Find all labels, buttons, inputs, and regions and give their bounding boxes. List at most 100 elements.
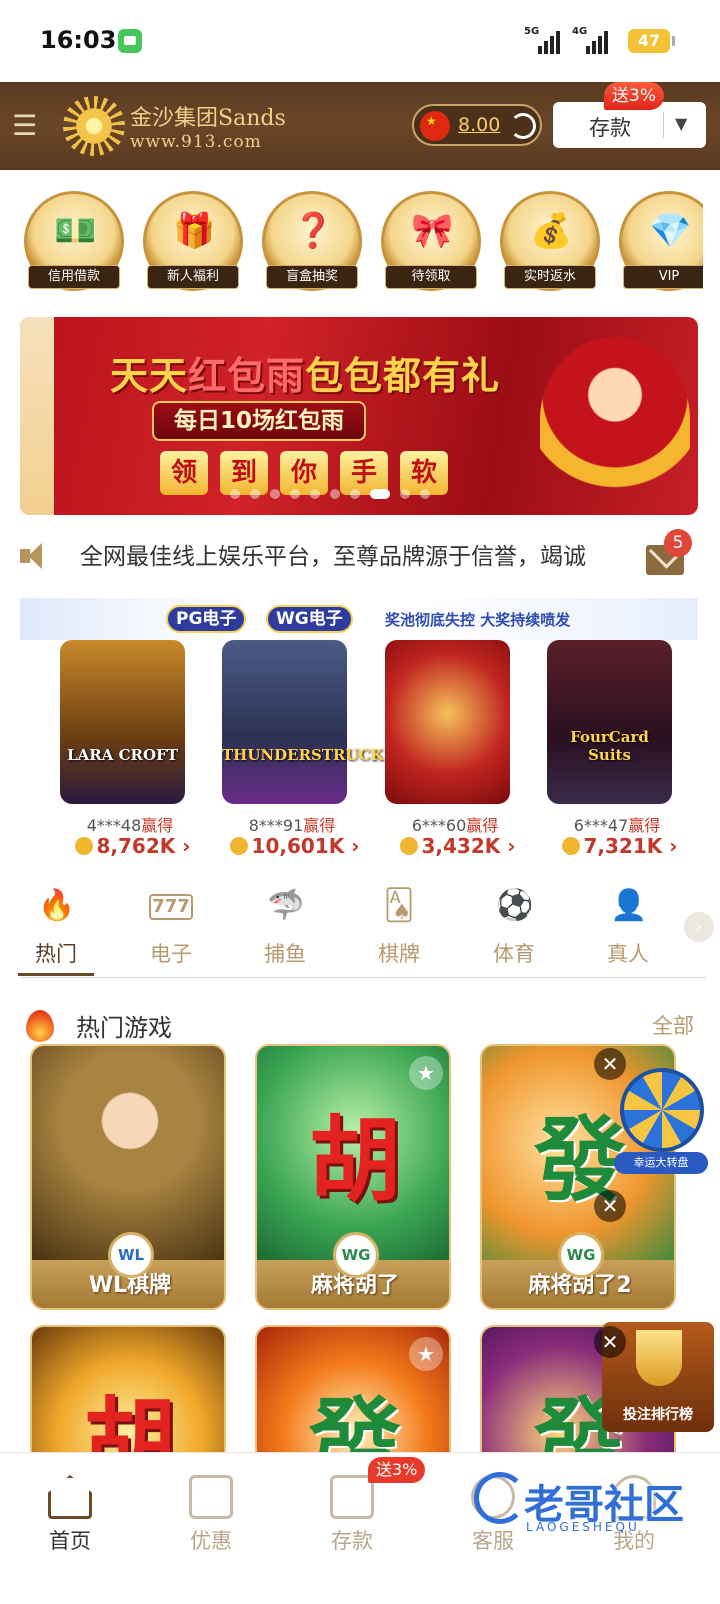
category-tabs: 🔥 热门 777 电子 🦈 捕鱼 🂡 棋牌 ⚽ 体育 👤 真人 › xyxy=(0,880,720,980)
net2-label: 4G xyxy=(572,26,588,37)
winner-card[interactable]: LARA CROFT 4***48赢得 8,762K › xyxy=(60,640,190,860)
tab-label: 捕鱼 xyxy=(264,942,306,966)
tab-hot[interactable]: 🔥 热门 xyxy=(16,880,96,976)
nav-promo[interactable]: 优惠 xyxy=(161,1453,261,1573)
carousel-dot[interactable] xyxy=(420,489,430,499)
coin-icon xyxy=(74,837,93,855)
close-icon[interactable]: ✕ xyxy=(594,1048,626,1080)
amount-value: 8,762K xyxy=(96,834,176,858)
quick-item-newbie[interactable]: 🎁 新人福利 xyxy=(141,185,245,297)
refresh-icon[interactable] xyxy=(510,113,536,139)
winner-amount: 10,601K › xyxy=(222,834,367,858)
prev-banner-peek xyxy=(20,317,54,515)
balance-amount: 8.00 xyxy=(458,114,501,136)
winner-card[interactable]: 6***60赢得 3,432K › xyxy=(385,640,515,860)
carousel-dot-active[interactable] xyxy=(370,489,390,499)
tab-fishing[interactable]: 🦈 捕鱼 xyxy=(245,880,325,975)
game-art xyxy=(32,1046,224,1260)
section-title: 热门游戏 xyxy=(76,1014,172,1042)
game-title: THUNDERSTRUCK xyxy=(222,746,384,764)
trophy-icon xyxy=(636,1330,682,1386)
lucky-wheel-widget[interactable]: 幸运大转盘 xyxy=(614,1068,708,1180)
nav-label: 优惠 xyxy=(190,1529,232,1553)
fire-icon xyxy=(26,1010,54,1042)
net1-label: 5G xyxy=(524,26,540,37)
won-label: 赢得 xyxy=(466,816,499,835)
quick-item-vip[interactable]: 💎 VIP xyxy=(617,185,703,297)
menu-icon[interactable]: ☰ xyxy=(12,112,48,140)
logo[interactable]: 金沙集团Sands www.913.com xyxy=(62,94,286,158)
game-title: FourCard Suits xyxy=(570,728,649,764)
winners-slogan: 奖池彻底失控 大奖持续喷发 xyxy=(385,611,571,629)
nav-home[interactable]: 首页 xyxy=(20,1453,120,1573)
wallet-balance[interactable]: 8.00 xyxy=(412,104,542,146)
nav-label: 存款 xyxy=(331,1529,373,1553)
nav-label: 首页 xyxy=(49,1529,91,1553)
logo-url: www.913.com xyxy=(130,132,262,152)
winner-card[interactable]: FourCard Suits 6***47赢得 7,321K › xyxy=(547,640,677,860)
game-thumbnail: FourCard Suits xyxy=(547,640,672,804)
promo-banner[interactable]: 天天红包雨包包都有礼 每日10场红包雨 领 到 你 手 软 xyxy=(20,317,698,515)
tab-sports[interactable]: ⚽ 体育 xyxy=(474,880,554,975)
shark-icon: 🦈 xyxy=(267,888,305,923)
home-icon xyxy=(48,1475,92,1519)
tab-live[interactable]: 👤 真人 xyxy=(588,880,668,975)
carousel-dot[interactable] xyxy=(290,489,300,499)
winner-card[interactable]: THUNDERSTRUCK 8***91赢得 10,601K › xyxy=(222,640,384,860)
winner-amount: 3,432K › xyxy=(385,834,530,858)
view-all-link[interactable]: 全部 xyxy=(652,1010,694,1040)
provider-badge: WG xyxy=(333,1232,379,1278)
won-label: 赢得 xyxy=(628,816,661,835)
won-label: 赢得 xyxy=(141,816,174,835)
deposit-bonus-badge: 送3% xyxy=(368,1457,426,1483)
amount-value: 7,321K xyxy=(583,834,663,858)
close-icon[interactable]: ✕ xyxy=(594,1326,626,1358)
banner-title-c: 包包都有礼 xyxy=(305,354,501,398)
quick-item-label: 信用借款 xyxy=(28,265,120,289)
winner-amount: 8,762K › xyxy=(60,834,205,858)
deposit-label: 存款 xyxy=(589,116,631,140)
game-thumbnail xyxy=(385,640,510,804)
soccer-ball-icon: ⚽ xyxy=(496,888,534,923)
quick-item-blindbox[interactable]: ❓ 盲盒抽奖 xyxy=(260,185,364,297)
chevron-down-icon[interactable]: ▼ xyxy=(675,114,687,133)
quick-item-label: 待领取 xyxy=(385,265,477,289)
quick-item-label: VIP xyxy=(623,265,703,289)
winner-user: 6***60赢得 xyxy=(385,812,525,836)
tab-slots[interactable]: 777 电子 xyxy=(131,880,211,975)
watermark-logo-icon xyxy=(474,1472,526,1524)
tab-label: 电子 xyxy=(150,942,192,966)
quick-item-loan[interactable]: 💵 信用借款 xyxy=(22,185,126,297)
tab-cards[interactable]: 🂡 棋牌 xyxy=(359,880,439,975)
watermark-subtext: LAOGESHEQU xyxy=(526,1520,640,1534)
carousel-dot[interactable] xyxy=(310,489,320,499)
provider-badge: WG xyxy=(558,1232,604,1278)
quick-item-pending[interactable]: 🎀 待领取 xyxy=(379,185,483,297)
game-card[interactable]: WL棋牌 WL xyxy=(30,1044,226,1310)
favorite-star-icon[interactable]: ★ xyxy=(409,1056,443,1090)
mail-count-badge: 5 xyxy=(664,529,692,557)
tab-label: 热门 xyxy=(35,942,77,966)
winner-user: 8***91赢得 xyxy=(222,812,362,836)
china-flag-icon xyxy=(420,111,450,141)
carousel-dot[interactable] xyxy=(230,489,240,499)
carousel-dot[interactable] xyxy=(400,489,410,499)
chevron-right-icon[interactable]: › xyxy=(684,912,714,942)
coin-icon xyxy=(561,837,580,855)
speaker-icon xyxy=(20,541,54,571)
notice-bar[interactable]: 全网最佳线上娱乐平台，至尊品牌源于信誉，竭诚 5 xyxy=(0,525,720,585)
carousel-dot[interactable] xyxy=(330,489,340,499)
carousel-dot[interactable] xyxy=(350,489,360,499)
vip-diamond-icon: 💎 xyxy=(649,211,692,251)
tab-label: 真人 xyxy=(607,942,649,966)
close-icon[interactable]: ✕ xyxy=(594,1190,626,1222)
carousel-dot[interactable] xyxy=(250,489,260,499)
winner-id: 6***60 xyxy=(411,816,467,835)
quick-item-rebate[interactable]: 💰 实时返水 xyxy=(498,185,602,297)
game-card[interactable]: 胡 ★ 麻将胡了 WG xyxy=(255,1044,451,1310)
fortune-god-illustration xyxy=(540,337,690,502)
favorite-star-icon[interactable]: ★ xyxy=(409,1337,443,1371)
carousel-dot[interactable] xyxy=(270,489,280,499)
banner-char: 领 xyxy=(160,451,208,495)
cards-icon: 🂡 xyxy=(383,888,415,923)
